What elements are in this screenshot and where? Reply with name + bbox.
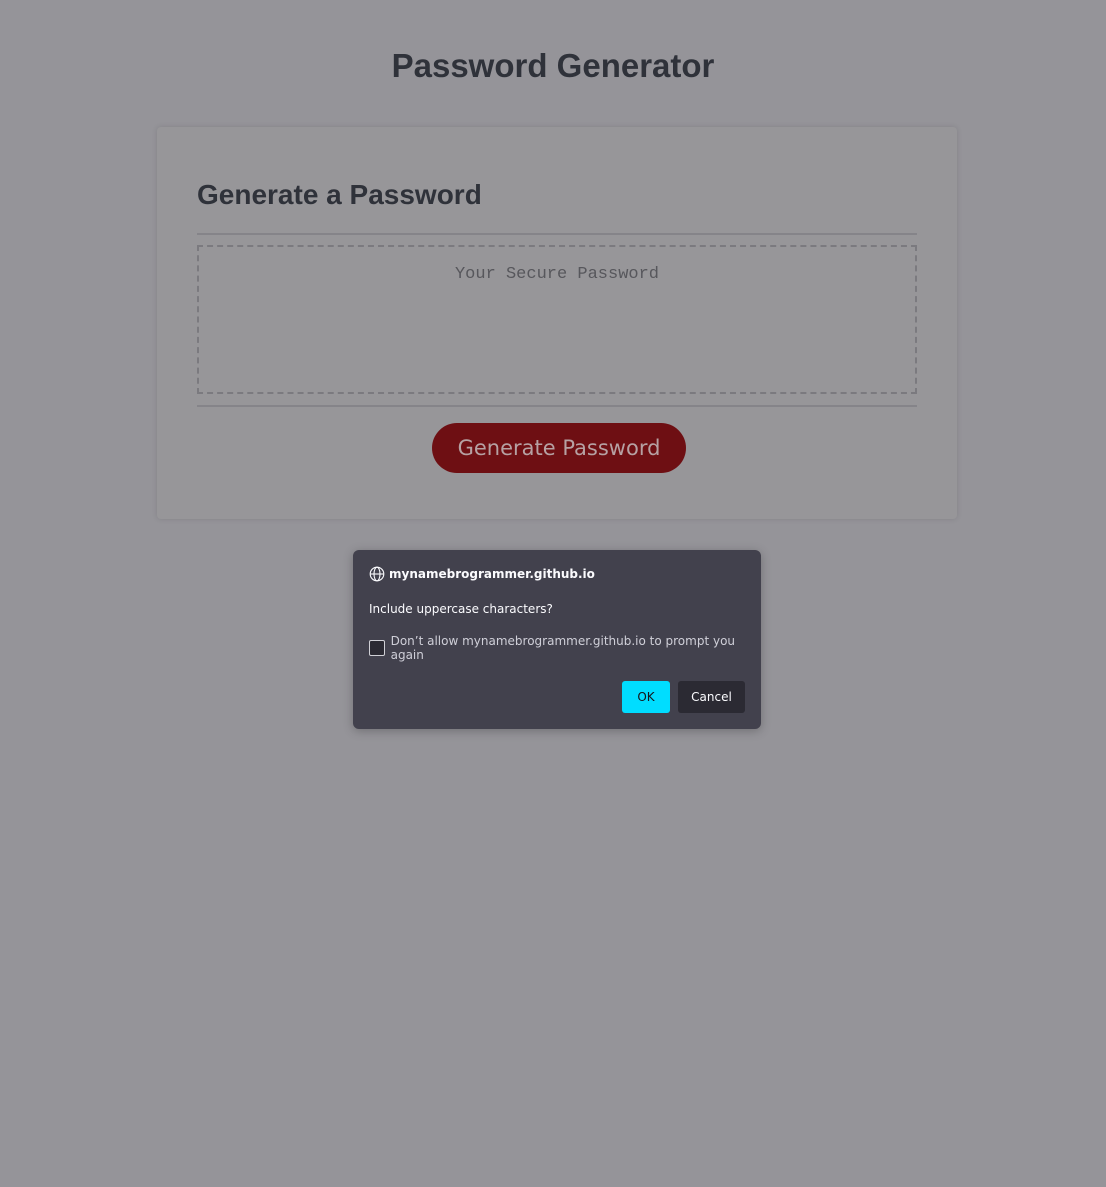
dialog-suppress-row[interactable]: Don’t allow mynamebrogrammer.github.io t… <box>369 634 761 662</box>
suppress-prompts-label[interactable]: Don’t allow mynamebrogrammer.github.io t… <box>391 634 761 662</box>
password-output-field[interactable] <box>197 245 917 394</box>
card-divider-bottom <box>197 405 917 407</box>
card-title: Generate a Password <box>197 179 482 210</box>
generate-password-button[interactable]: Generate Password <box>432 423 686 473</box>
dialog-cancel-button[interactable]: Cancel <box>678 681 745 713</box>
dialog-ok-button[interactable]: OK <box>622 681 670 713</box>
password-card: Generate a Password Generate Password <box>157 127 957 519</box>
globe-icon <box>369 566 385 582</box>
dialog-origin-text: mynamebrogrammer.github.io <box>389 567 595 581</box>
prompt-dialog: mynamebrogrammer.github.io Include upper… <box>353 550 761 729</box>
dialog-message: Include uppercase characters? <box>369 602 553 616</box>
suppress-prompts-checkbox[interactable] <box>369 640 385 656</box>
card-divider-top <box>197 233 917 235</box>
dialog-origin: mynamebrogrammer.github.io <box>369 566 595 582</box>
page-title: Password Generator <box>391 47 715 84</box>
